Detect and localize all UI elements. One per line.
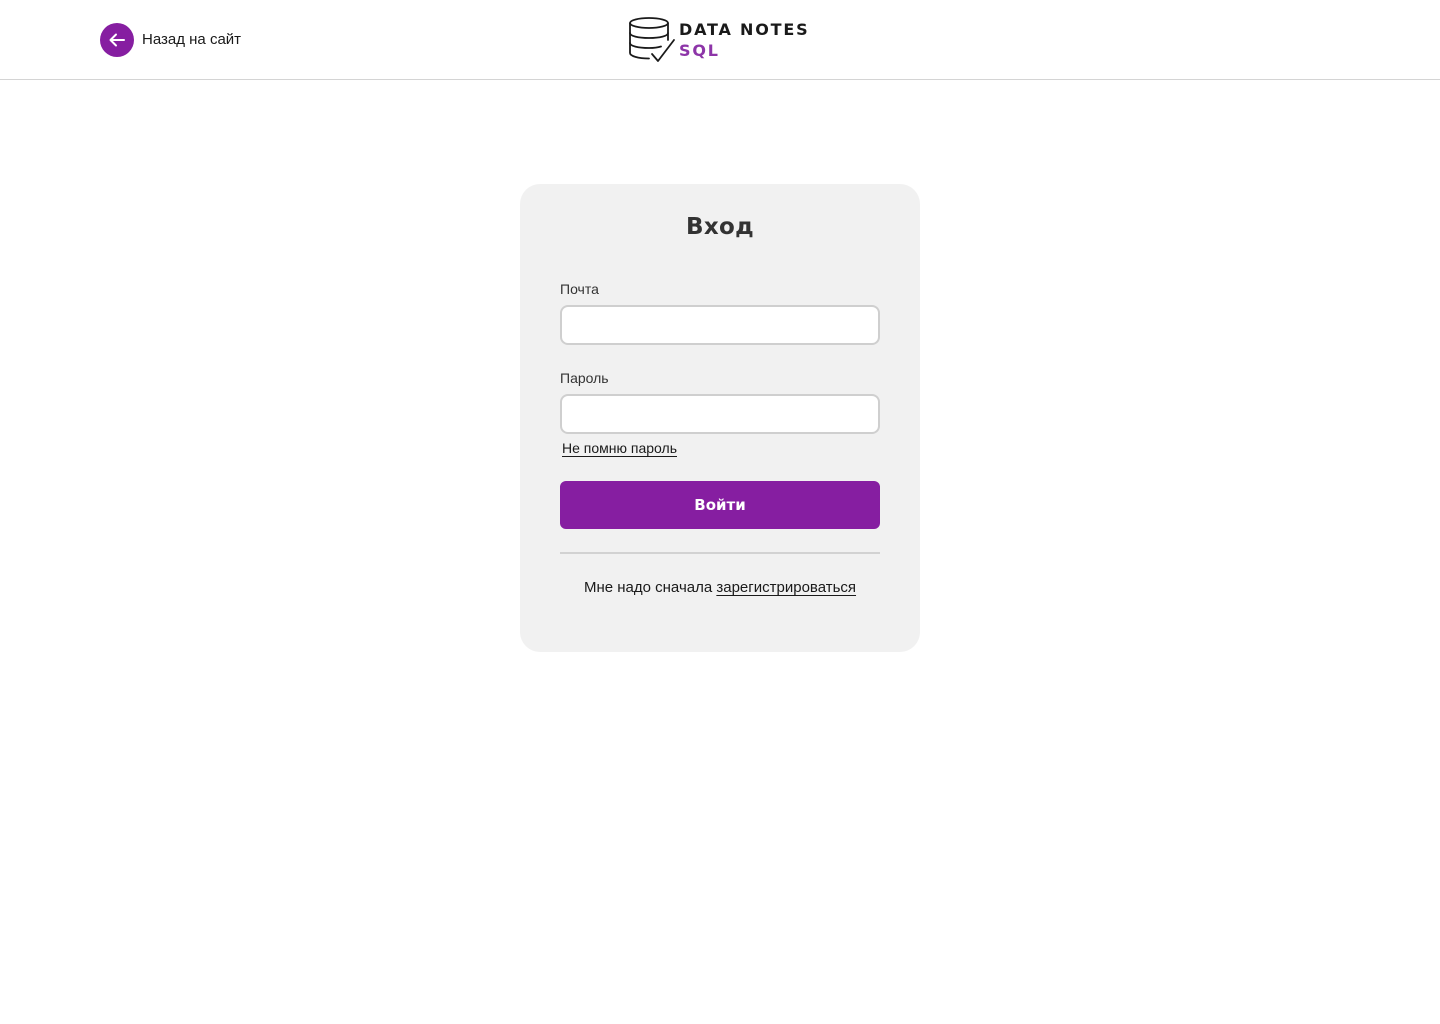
logo-title: DATA NOTES	[679, 20, 810, 39]
password-label: Пароль	[560, 370, 609, 386]
register-link[interactable]: зарегистрироваться	[716, 579, 856, 596]
site-logo[interactable]: DATA NOTES SQL	[628, 16, 809, 64]
register-prompt: Мне надо сначала зарегистрироваться	[520, 579, 920, 596]
forgot-password-link[interactable]: Не помню пароль	[562, 440, 677, 456]
back-to-site-link[interactable]: Назад на сайт	[100, 23, 241, 57]
logo-text: DATA NOTES SQL	[679, 20, 809, 61]
register-prefix: Мне надо сначала	[583, 579, 713, 596]
email-label: Почта	[560, 281, 599, 297]
password-field[interactable]	[560, 394, 880, 434]
top-header: Назад на сайт DATA NOTES SQL	[0, 0, 1440, 80]
page-title: Вход	[686, 214, 754, 240]
email-field[interactable]	[560, 305, 880, 345]
back-to-site-label[interactable]: Назад на сайт	[142, 23, 241, 57]
login-button[interactable]: Войти	[560, 481, 880, 529]
logo-subtitle: SQL	[679, 41, 720, 60]
divider	[560, 552, 880, 554]
arrow-left-icon[interactable]	[100, 23, 134, 57]
login-card: Вход Почта Пароль Не помню пароль Войти …	[520, 184, 920, 652]
database-check-icon	[629, 17, 675, 62]
